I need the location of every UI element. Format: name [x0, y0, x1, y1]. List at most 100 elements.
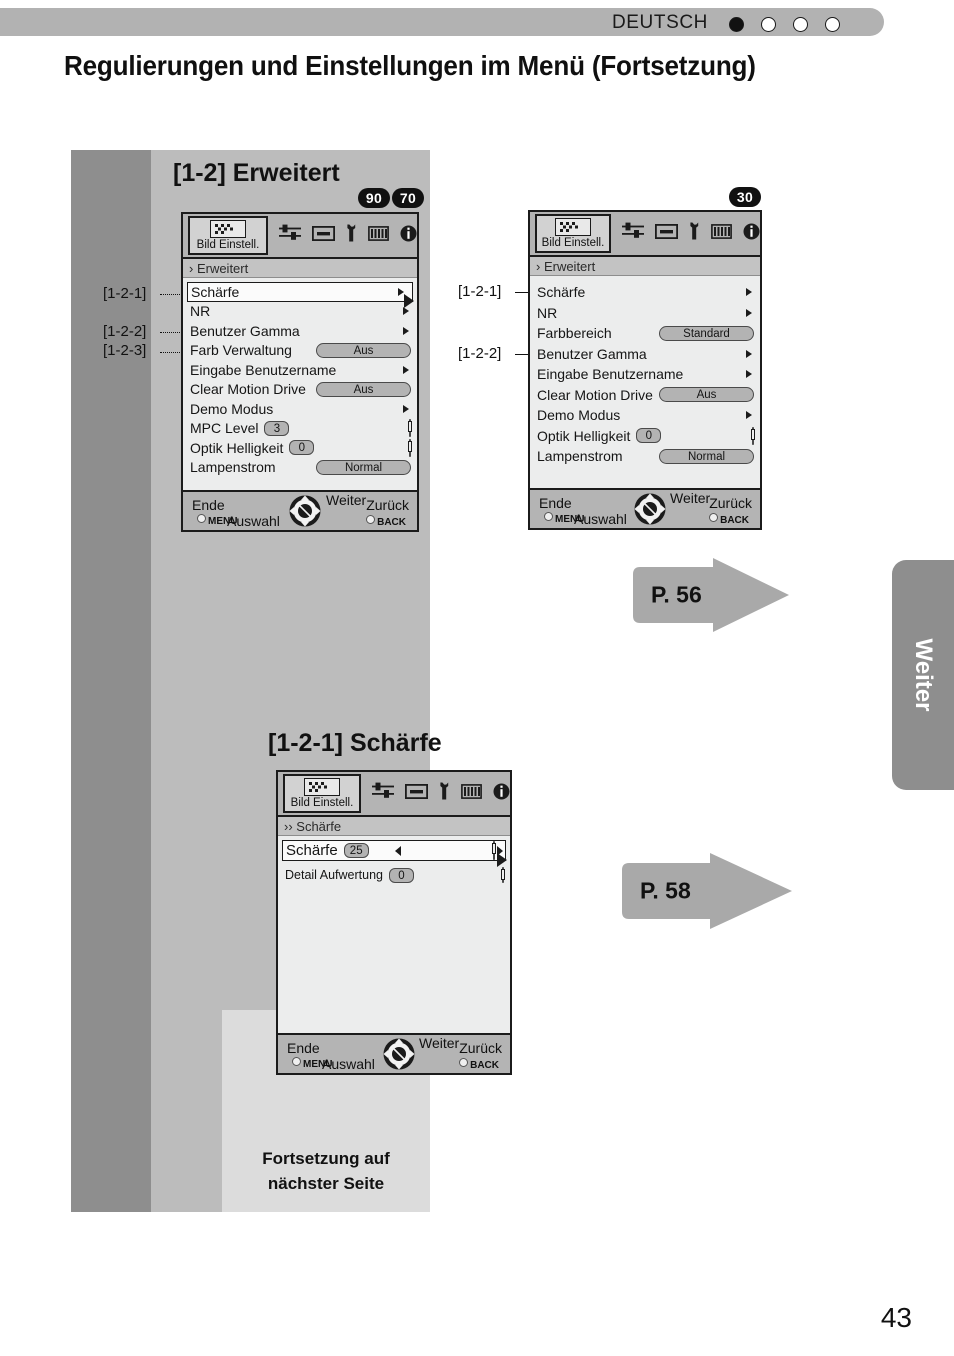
chevron-right-icon [746, 288, 752, 297]
menu-item[interactable]: Eingabe Benutzername [530, 364, 760, 385]
wrench-icon[interactable] [689, 222, 700, 245]
menu-item[interactable]: NR [183, 302, 417, 322]
breadcrumb-right: › Erweitert [530, 257, 760, 276]
menu-item[interactable]: Farbbereich Standard [530, 323, 760, 344]
menu-item-value[interactable]: 25 [343, 843, 369, 858]
tab-bild-einstell[interactable]: Bild Einstell. [188, 216, 268, 255]
menu-item[interactable]: Lampenstrom Normal [530, 446, 760, 467]
menu-item-value[interactable]: Standard [659, 325, 754, 341]
osd-menu-erweitert-right[interactable]: Bild Einstell. › Erweitert Schärfe NR Fa… [528, 210, 762, 530]
osd-tab-bar: Bild Einstell. [278, 772, 510, 817]
footer-zurueck-label: Zurück [459, 1040, 502, 1056]
menu-item-label: Demo Modus [190, 400, 274, 417]
grid-icon[interactable] [711, 223, 732, 244]
osd-icon-row [622, 222, 760, 245]
slider-track[interactable] [408, 438, 412, 457]
menu-item[interactable]: Schärfe [530, 282, 760, 303]
footer-back-button[interactable]: BACK [709, 513, 749, 526]
menu-item[interactable]: Lampenstrom Normal [183, 458, 417, 478]
slider-thumb[interactable] [492, 843, 496, 854]
screen-icon[interactable] [311, 225, 336, 246]
menu-item[interactable]: Schärfe [187, 282, 414, 308]
menu-item[interactable]: Detail Aufwertung 0 [278, 864, 510, 886]
menu-item-label: Clear Motion Drive [537, 386, 653, 403]
menu-item[interactable]: Schärfe 25 [282, 840, 507, 867]
slider-thumb[interactable] [751, 428, 755, 440]
screen-icon[interactable] [404, 783, 429, 804]
menu-item[interactable]: Optik Helligkeit 0 [530, 426, 760, 447]
menu-item-value[interactable]: 0 [636, 428, 662, 444]
menu-item-value[interactable]: Normal [316, 459, 411, 475]
screen-icon[interactable] [654, 223, 679, 244]
menu-item[interactable]: Clear Motion Drive Aus [530, 385, 760, 406]
menu-item[interactable]: Benutzer Gamma [530, 344, 760, 365]
chevron-right-icon [746, 370, 752, 379]
menu-item-value[interactable]: Aus [316, 342, 411, 358]
osd-footer-schaerfe: Ende MENU Auswahl Weiter Zurück BACK [278, 1033, 510, 1073]
menu-item-label: Optik Helligkeit [190, 439, 284, 456]
menu-item-label: MPC Level [190, 420, 259, 437]
sliders-icon[interactable] [622, 222, 644, 245]
footer-zurueck-label: Zurück [709, 495, 752, 511]
slider-track[interactable] [751, 426, 755, 445]
info-icon[interactable] [493, 783, 510, 805]
grid-icon[interactable] [461, 783, 482, 804]
menu-item-value[interactable]: 3 [264, 420, 290, 436]
slider-track[interactable] [492, 841, 496, 860]
menu-item-label: Demo Modus [537, 407, 621, 424]
info-icon[interactable] [743, 223, 760, 245]
osd-menu-erweitert-left[interactable]: Bild Einstell. › Erweitert Schärfe NR Be… [181, 212, 419, 532]
osd-icon-row [372, 782, 510, 805]
menu-item-value[interactable]: Aus [316, 381, 411, 397]
sliders-icon[interactable] [372, 782, 394, 805]
breadcrumb-schaerfe: ›› Schärfe [278, 817, 510, 836]
menu-item[interactable]: Clear Motion Drive Aus [183, 380, 417, 400]
grid-icon[interactable] [368, 225, 389, 246]
menu-item[interactable]: NR [530, 303, 760, 324]
menu-item[interactable]: MPC Level 3 [183, 419, 417, 439]
menu-item-value[interactable]: 0 [388, 867, 414, 883]
page-arrow-58[interactable]: P. 58 [614, 850, 794, 932]
tab-label: Bild Einstell. [196, 239, 260, 251]
footer-back-button[interactable]: BACK [459, 1058, 499, 1071]
tab-bild-einstell[interactable]: Bild Einstell. [535, 214, 611, 253]
slider-track[interactable] [501, 867, 505, 883]
footer-auswahl-label: Auswahl [227, 513, 280, 529]
slider-track[interactable] [408, 419, 412, 438]
chevron-right-icon [746, 411, 752, 420]
osd-menu-schaerfe[interactable]: Bild Einstell. ›› Schärfe Schärfe 25 Det… [276, 770, 512, 1075]
wrench-icon[interactable] [439, 782, 450, 805]
wrench-icon[interactable] [346, 224, 357, 247]
dpad-wheel-icon[interactable] [382, 1037, 416, 1071]
dpad-wheel-icon[interactable] [288, 494, 322, 528]
osd-footer-left: Ende MENU Auswahl Weiter Zurück BACK [183, 490, 417, 530]
menu-item-label: Eingabe Benutzername [537, 366, 684, 383]
page-arrow-58-label: P. 58 [640, 877, 691, 904]
menu-item-label: Lampenstrom [190, 459, 276, 476]
footer-zurueck-label: Zurück [366, 497, 409, 513]
menu-item-label: Schärfe [286, 842, 338, 859]
info-icon[interactable] [400, 225, 417, 247]
menu-item-value[interactable]: Normal [659, 448, 754, 464]
menu-item[interactable]: Farb Verwaltung Aus [183, 341, 417, 361]
menu-item[interactable]: Optik Helligkeit 0 [183, 438, 417, 458]
footer-back-button[interactable]: BACK [366, 515, 406, 528]
menu-item[interactable]: Demo Modus [530, 405, 760, 426]
page-arrow-56[interactable]: P. 56 [625, 556, 791, 634]
menu-item[interactable]: Eingabe Benutzername [183, 360, 417, 380]
continuation-line-1: Fortsetzung auf [262, 1149, 390, 1168]
picture-icon [555, 218, 591, 236]
dpad-wheel-icon[interactable] [633, 492, 667, 526]
slider-thumb[interactable] [408, 421, 412, 433]
menu-item[interactable]: Benutzer Gamma [183, 321, 417, 341]
menu-item-value[interactable]: Aus [659, 387, 754, 403]
osd-item-list-schaerfe: Schärfe 25 Detail Aufwertung 0 [278, 836, 510, 1058]
sliders-icon[interactable] [279, 224, 301, 247]
menu-item[interactable]: Demo Modus [183, 399, 417, 419]
slider-left-caret-icon[interactable] [395, 845, 401, 856]
slider-thumb[interactable] [408, 440, 412, 452]
tab-bild-einstell[interactable]: Bild Einstell. [283, 774, 361, 813]
menu-item-label: Clear Motion Drive [190, 381, 306, 398]
menu-item-value[interactable]: 0 [289, 440, 315, 456]
slider-thumb[interactable] [501, 869, 505, 880]
